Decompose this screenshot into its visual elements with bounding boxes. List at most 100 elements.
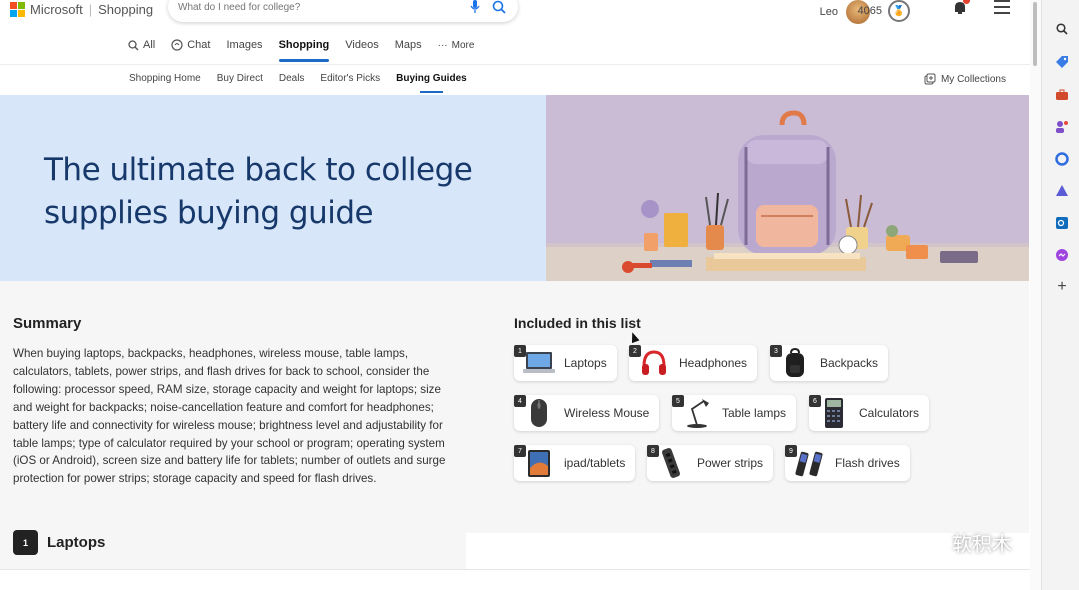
included-item-wireless-mouse[interactable]: 4 Wireless Mouse — [514, 395, 660, 431]
item-number: 5 — [672, 395, 684, 407]
subnav-deals[interactable]: Deals — [279, 73, 305, 84]
item-label: Wireless Mouse — [564, 406, 650, 420]
laptop-icon — [522, 348, 556, 378]
brand[interactable]: Microsoft | Shopping — [10, 0, 153, 18]
item-label: Table lamps — [722, 406, 787, 420]
scope-all[interactable]: All — [128, 36, 155, 54]
included-item-ipad-tablets[interactable]: 7 ipad/tablets — [514, 445, 636, 481]
scope-videos[interactable]: Videos — [345, 36, 378, 54]
scope-label: Videos — [345, 39, 379, 51]
item-label: Backpacks — [820, 356, 879, 370]
scope-more[interactable]: ··· More — [438, 36, 475, 54]
tablet-icon — [522, 448, 556, 478]
rewards-points: 4065 — [857, 5, 882, 17]
subnav-buying-guides[interactable]: Buying Guides — [396, 73, 467, 93]
included-item-calculators[interactable]: 6 Calculators — [809, 395, 930, 431]
calculator-icon — [817, 398, 851, 428]
my-collections-label: My Collections — [940, 73, 1006, 85]
sidebar-tools-icon[interactable] — [1055, 88, 1069, 102]
item-number: 1 — [514, 345, 526, 357]
scrollbar-thumb[interactable] — [1033, 2, 1037, 66]
item-label: Flash drives — [835, 456, 900, 470]
product-name: Shopping — [98, 1, 154, 17]
hero-text-panel: The ultimate back to college supplies bu… — [0, 95, 546, 281]
top-bar: Microsoft | Shopping Leo 4065 🏅 All Chat — [0, 0, 1030, 62]
browser-sidebar: + — [1041, 0, 1079, 590]
scope-label: All — [143, 39, 156, 51]
scope-maps[interactable]: Maps — [395, 36, 422, 54]
hero-image — [546, 95, 1029, 281]
chat-icon — [171, 39, 183, 51]
included-heading: Included in this list — [514, 315, 641, 331]
microsoft-logo-icon — [10, 2, 25, 17]
power-strip-icon — [655, 448, 689, 478]
search-scopes: All Chat Images Shopping Videos Maps ···… — [128, 36, 475, 62]
item-label: ipad/tablets — [564, 456, 626, 470]
rewards-button[interactable]: 4065 🏅 — [858, 0, 910, 22]
included-item-flash-drives[interactable]: 9 Flash drives — [785, 445, 910, 481]
page-scrollbar[interactable] — [1030, 0, 1041, 590]
watermark: 软积木 — [920, 528, 1012, 557]
brand-name: Microsoft — [30, 1, 83, 17]
section-title: Laptops — [47, 534, 106, 551]
scope-chat[interactable]: Chat — [171, 36, 210, 54]
summary-heading: Summary — [13, 315, 82, 332]
scope-label: Chat — [187, 39, 211, 51]
flash-drive-icon — [793, 448, 827, 478]
search-icon — [128, 39, 139, 50]
shopping-subnav: Shopping Home Buy Direct Deals Editor's … — [0, 64, 1030, 95]
included-item-headphones[interactable]: 2 Headphones — [629, 345, 758, 381]
notification-dot — [963, 0, 970, 4]
subnav-editors-picks[interactable]: Editor's Picks — [320, 73, 380, 84]
item-number: 8 — [647, 445, 659, 457]
headphones-icon — [637, 348, 671, 378]
item-number: 6 — [809, 395, 821, 407]
hamburger-menu-icon[interactable] — [994, 0, 1010, 14]
scope-label: Images — [226, 39, 263, 51]
item-label: Headphones — [679, 356, 748, 370]
sidebar-games-icon[interactable] — [1055, 184, 1069, 198]
sidebar-search-icon[interactable] — [1055, 22, 1069, 36]
sidebar-people-icon[interactable] — [1055, 120, 1069, 134]
subnav-shopping-home[interactable]: Shopping Home — [129, 73, 201, 84]
item-label: Laptops — [564, 356, 607, 370]
mouse-icon — [522, 398, 556, 428]
search-icon[interactable] — [490, 0, 508, 16]
sidebar-office-icon[interactable] — [1055, 152, 1069, 166]
summary-text: When buying laptops, backpacks, headphon… — [13, 347, 446, 486]
hero-title: The ultimate back to college supplies bu… — [44, 152, 473, 231]
sidebar-add-icon[interactable]: + — [1055, 278, 1069, 295]
search-box — [168, 0, 518, 22]
scope-label: Maps — [394, 39, 422, 51]
scope-shopping[interactable]: Shopping — [278, 36, 329, 62]
included-item-backpacks[interactable]: 3 Backpacks — [770, 345, 889, 381]
notifications-button[interactable] — [952, 0, 970, 16]
item-number: 2 — [629, 345, 641, 357]
lamp-icon — [680, 398, 714, 428]
user-name: Leo — [819, 6, 838, 18]
item-number: 4 — [514, 395, 526, 407]
included-item-laptops[interactable]: 1 Laptops — [514, 345, 617, 381]
brand-separator: | — [88, 1, 93, 17]
sidebar-shopping-tag-icon[interactable] — [1055, 55, 1069, 69]
collections-icon — [924, 73, 936, 85]
my-collections-button[interactable]: My Collections — [924, 73, 1006, 85]
sidebar-messenger-icon[interactable] — [1055, 248, 1069, 262]
bottom-strip — [0, 569, 1041, 590]
search-input[interactable] — [178, 1, 460, 13]
section-heading-laptops: 1 Laptops — [13, 530, 105, 555]
sidebar-outlook-icon[interactable] — [1055, 216, 1069, 230]
item-label: Power strips — [697, 456, 764, 470]
watermark-text: 软积木 — [952, 534, 1012, 556]
item-number: 9 — [785, 445, 797, 457]
subnav-buy-direct[interactable]: Buy Direct — [217, 73, 263, 84]
guide-content: Summary When buying laptops, backpacks, … — [0, 281, 1029, 569]
backpack-icon — [778, 348, 812, 378]
item-number: 3 — [770, 345, 782, 357]
scope-label: More — [451, 39, 475, 51]
included-item-power-strips[interactable]: 8 Power strips — [647, 445, 774, 481]
rewards-medal-icon: 🏅 — [888, 0, 910, 22]
scope-images[interactable]: Images — [226, 36, 262, 54]
included-item-table-lamps[interactable]: 5 Table lamps — [672, 395, 797, 431]
microphone-icon[interactable] — [466, 0, 484, 16]
